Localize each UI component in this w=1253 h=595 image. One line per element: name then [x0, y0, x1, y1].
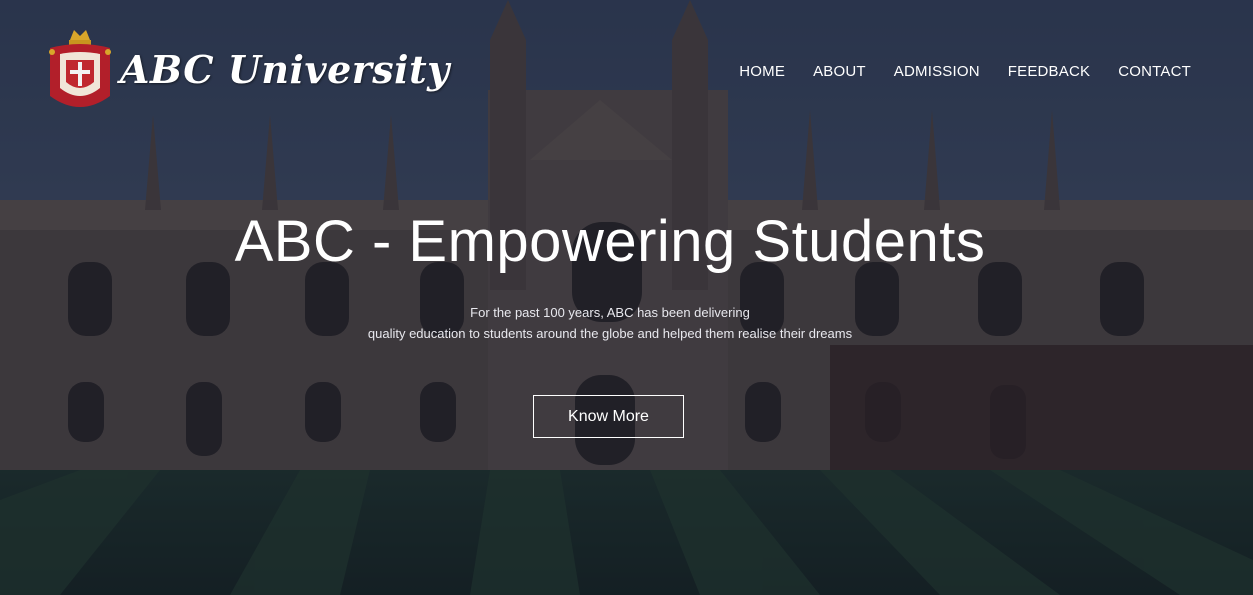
crest-icon [49, 30, 111, 107]
hero-subtitle: For the past 100 years, ABC has been del… [0, 302, 1220, 344]
hero-section: ABC University HOME ABOUT ADMISSION FEED… [0, 0, 1253, 595]
nav-admission[interactable]: ADMISSION [894, 63, 980, 80]
nav-contact[interactable]: CONTACT [1118, 63, 1191, 80]
hero-subtitle-line-2: quality education to students around the… [367, 326, 853, 341]
hero-subtitle-line-1: For the past 100 years, ABC has been del… [470, 305, 750, 320]
nav-home[interactable]: HOME [739, 63, 785, 80]
main-nav: HOME ABOUT ADMISSION FEEDBACK CONTACT [739, 63, 1191, 80]
brand-logo[interactable]: ABC University [44, 26, 450, 112]
know-more-button[interactable]: Know More [533, 395, 684, 438]
brand-name: ABC University [120, 46, 450, 92]
hero-headline: ABC - Empowering Students [234, 209, 986, 274]
nav-about[interactable]: ABOUT [813, 63, 866, 80]
nav-feedback[interactable]: FEEDBACK [1008, 63, 1090, 80]
